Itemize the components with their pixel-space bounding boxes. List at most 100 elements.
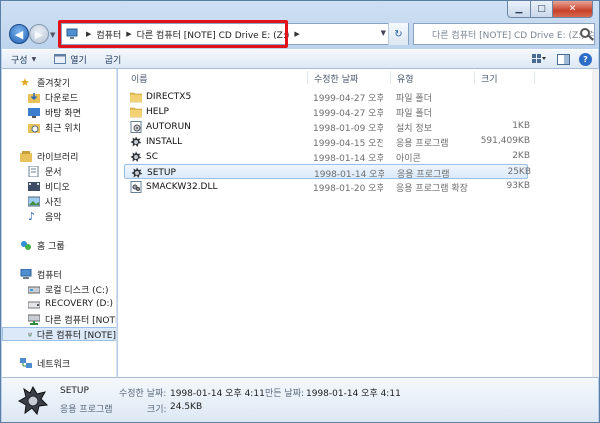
table-row[interactable]: SC1998-01-14 오후...아이콘2KB [124, 149, 530, 164]
file-name-cell: SC [130, 151, 306, 163]
sidebar-item-downloads[interactable]: 다운로드 [28, 90, 78, 104]
sidebar-item-pictures[interactable]: 사진 [28, 194, 62, 208]
sidebar-libraries-label: 라이브러리 [37, 152, 79, 163]
folder-icon [130, 106, 143, 118]
sidebar-item-videos[interactable]: 비디오 [28, 179, 70, 193]
file-type: 파일 폴더 [396, 109, 432, 119]
sidebar-item-network-drive-2[interactable]: 다른 컴퓨터 [NOTE] [2, 327, 116, 341]
explorer-window: ▁ □ ✕ ◀ ▶ ▼ ▶ 컴퓨터 ▶ 다른 컴퓨터 [NOTE] CD Dri… [0, 0, 600, 423]
folder-icon [130, 91, 143, 103]
search-input[interactable]: 다른 컴퓨터 [NOTE] CD Drive E: (Z:) 검색 [413, 23, 595, 45]
search-placeholder: 다른 컴퓨터 [NOTE] CD Drive E: (Z:) 검색 [432, 30, 595, 41]
file-date: 1999-04-15 오전... [313, 139, 383, 149]
setup-app-icon [17, 385, 49, 416]
sidebar-item-music[interactable]: ♪ 음악 [28, 209, 62, 223]
sidebar-computer[interactable]: 컴퓨터 [20, 267, 62, 281]
file-type: 파일 폴더 [396, 94, 432, 104]
maximize-button[interactable]: □ [531, 1, 553, 18]
recent-pages-dropdown-icon[interactable]: ▼ [50, 31, 55, 39]
file-size: 2KB [512, 151, 530, 161]
file-name: SETUP [147, 168, 176, 178]
preview-pane-icon[interactable] [555, 52, 571, 66]
vertical-scrollbar[interactable] [592, 69, 599, 377]
file-date: 1999-04-27 오후... [313, 94, 383, 104]
details-pane: SETUP 응용 프로그램 수정한 날짜: 1998-01-14 오후 4:11… [2, 377, 598, 422]
sidebar-item-label: 다른 컴퓨터 [NOTE] [36, 330, 116, 341]
table-row[interactable]: INSTALL1999-04-15 오전...응용 프로그램591,409KB [124, 134, 530, 149]
organize-label: 구성 [11, 55, 28, 66]
sidebar-libraries[interactable]: 라이브러리 [20, 149, 78, 163]
sidebar-network[interactable]: 네트워크 [20, 356, 70, 370]
network-drive-icon [28, 332, 32, 336]
sidebar-item-label: 다운로드 [45, 93, 79, 104]
breadcrumb-separator-icon[interactable]: ▶ [294, 30, 299, 38]
sidebar-item-local-disk[interactable]: 로컬 디스크 (C:) [28, 282, 108, 296]
navigation-bar: ◀ ▶ ▼ ▶ 컴퓨터 ▶ 다른 컴퓨터 [NOTE] CD Drive E: … [7, 20, 595, 48]
column-divider[interactable] [534, 71, 535, 84]
sidebar-item-label: 비디오 [45, 182, 70, 193]
help-icon[interactable]: ? [579, 52, 592, 66]
column-name[interactable]: 이름 [131, 72, 148, 85]
column-divider[interactable] [390, 71, 391, 84]
file-list: 이름 수정한 날짜 유형 크기 DIRECTX5 1999-04-27 오후...… [118, 69, 592, 377]
column-divider[interactable] [474, 71, 475, 84]
sidebar-item-label: 음악 [45, 212, 62, 223]
file-date: 1998-01-20 오후... [313, 184, 383, 194]
file-name-cell: HELP [130, 106, 306, 118]
file-name-cell: DIRECTX5 [130, 91, 306, 103]
library-icon [20, 150, 32, 162]
file-name: DIRECTX5 [146, 92, 192, 102]
details-size-value: 24.5KB [170, 402, 203, 412]
sidebar-favorites-label: 즐겨찾기 [37, 78, 71, 89]
file-name: SMACKW32.DLL [146, 182, 218, 192]
sidebar-homegroup-label: 홈 그룹 [37, 241, 65, 252]
dll-icon [130, 181, 142, 193]
app-icon [131, 167, 143, 179]
burn-button[interactable]: 굽기 [96, 50, 131, 68]
sidebar-item-desktop[interactable]: 바탕 화면 [28, 105, 81, 119]
organize-button[interactable]: 구성 ▼ [2, 50, 45, 68]
file-size: 93KB [506, 181, 530, 191]
table-row[interactable]: AUTORUN1998-01-09 오후...설치 정보1KB [124, 119, 530, 134]
table-row[interactable]: DIRECTX5 1999-04-27 오후... 파일 폴더 [124, 89, 528, 104]
search-icon[interactable] [580, 28, 590, 38]
table-row[interactable]: SETUP1998-01-14 오후...응용 프로그램25KB [124, 164, 531, 180]
file-date: 1998-01-09 오후... [313, 124, 383, 134]
hard-drive-icon [28, 301, 40, 308]
table-row[interactable]: SMACKW32.DLL1998-01-20 오후...응용 프로그램 확장93… [124, 179, 530, 194]
file-name: HELP [146, 107, 169, 117]
refresh-icon[interactable]: ↻ [388, 23, 408, 45]
details-created-value: 1998-01-14 오후 4:11 [306, 389, 401, 399]
column-date[interactable]: 수정한 날짜 [314, 72, 358, 85]
file-name: INSTALL [146, 137, 183, 147]
sidebar-item-recent-places[interactable]: 최근 위치 [28, 120, 81, 134]
videos-icon [28, 181, 40, 191]
sidebar-homegroup[interactable]: 홈 그룹 [20, 238, 65, 252]
forward-button[interactable]: ▶ [29, 24, 49, 44]
command-toolbar: 구성 ▼ 열기 굽기 ? [2, 49, 598, 69]
details-file-name: SETUP [60, 386, 89, 396]
desktop-icon [28, 107, 40, 118]
sidebar-favorites[interactable]: ★ 즐겨찾기 [20, 75, 70, 89]
minimize-button[interactable]: ▁ [507, 1, 531, 18]
recent-places-icon [28, 123, 40, 133]
address-dropdown-icon[interactable]: ▼ [381, 29, 386, 37]
computer-icon [20, 268, 32, 279]
file-size: 591,409KB [480, 136, 530, 146]
sidebar-item-recovery[interactable]: RECOVERY (D:) [28, 297, 113, 311]
sidebar-item-label: RECOVERY (D:) [45, 299, 114, 309]
column-type[interactable]: 유형 [397, 72, 414, 85]
view-options-icon[interactable] [531, 52, 547, 66]
sidebar-item-network-drive-1[interactable]: 다른 컴퓨터 [NOTE] [28, 312, 116, 326]
table-row[interactable]: HELP 1999-04-27 오후... 파일 폴더 [124, 104, 528, 119]
star-icon: ★ [20, 75, 30, 89]
open-button[interactable]: 열기 [45, 50, 96, 68]
column-size[interactable]: 크기 [481, 72, 498, 85]
sidebar-item-documents[interactable]: 문서 [28, 164, 62, 178]
app-icon [130, 136, 142, 148]
back-button[interactable]: ◀ [9, 24, 29, 44]
details-modified-label: 수정한 날짜: [119, 389, 167, 399]
column-divider[interactable] [307, 71, 308, 84]
details-size-label: 크기: [147, 405, 167, 415]
close-button[interactable]: ✕ [553, 1, 593, 18]
